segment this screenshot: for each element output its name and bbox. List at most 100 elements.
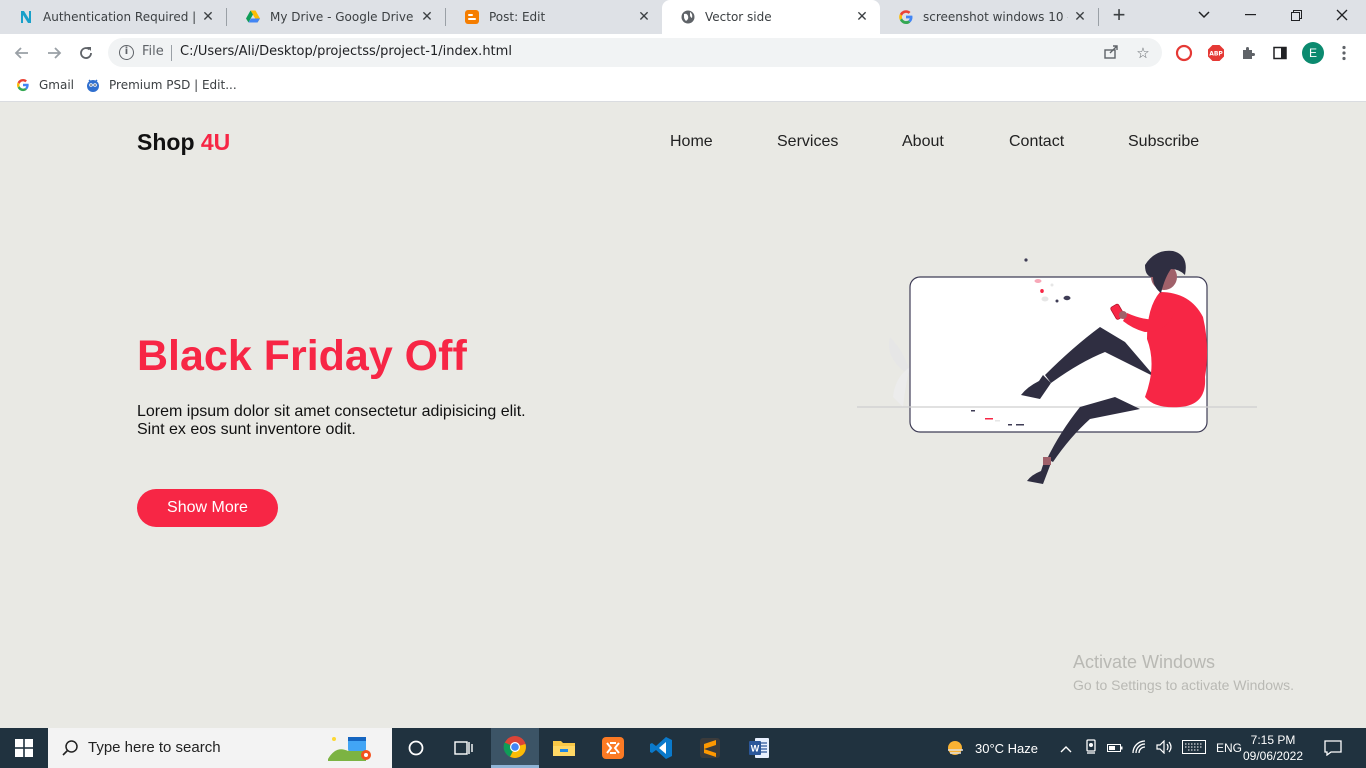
weather-widget[interactable]: 30°C Haze [945,728,1038,768]
taskbar-chrome[interactable] [491,728,539,768]
google-g-icon [898,9,914,25]
address-bar[interactable]: i File C:/Users/Ali/Desktop/projectss/pr… [108,38,1162,67]
chevron-down-icon [1198,11,1210,19]
word-icon: W [749,738,769,758]
google-g-icon [15,77,31,93]
hero-description-line: Lorem ipsum dolor sit amet consectetur a… [137,403,526,420]
tab-screenshot-search[interactable]: screenshot windows 10 - Goo ✕ [880,0,1098,34]
task-view-icon [454,741,473,755]
info-icon[interactable]: i [119,45,134,60]
browser-toolbar: i File C:/Users/Ali/Desktop/projectss/pr… [0,34,1366,71]
opera-ring-extension-icon[interactable] [1174,43,1194,63]
svg-text:ABP: ABP [1209,51,1223,58]
tab-title: screenshot windows 10 - Goo [923,10,1068,24]
close-icon[interactable]: ✕ [200,9,216,25]
taskbar-clock[interactable]: 7:15 PM 09/06/2022 [1242,732,1304,764]
action-center-button[interactable] [1310,728,1356,768]
windows-taskbar: Type here to search W 30°C Haze ENG 7:15… [0,728,1366,768]
taskbar-vscode[interactable] [637,728,685,768]
close-icon[interactable]: ✕ [854,9,870,25]
omnibox-divider [171,45,172,61]
svg-text:W: W [751,744,760,754]
side-panel-icon[interactable] [1270,43,1290,63]
search-placeholder: Type here to search [88,739,221,756]
taskbar-sublime[interactable] [686,728,734,768]
adblock-plus-icon[interactable]: ABP [1206,43,1226,63]
hero-illustration [857,250,1257,484]
restore-icon [1290,9,1302,21]
notion-n-icon [18,9,34,25]
close-window-button[interactable] [1319,0,1365,30]
close-icon[interactable]: ✕ [419,9,435,25]
xampp-icon [602,737,624,759]
taskbar-xampp[interactable] [589,728,637,768]
task-view-button[interactable] [440,728,488,768]
google-drive-icon [245,9,261,25]
logo-text: Shop [137,129,195,155]
forward-button[interactable] [41,40,67,66]
taskbar-word[interactable]: W [735,728,783,768]
taskbar-search-input[interactable]: Type here to search [48,728,392,768]
tab-post-edit[interactable]: Post: Edit ✕ [446,0,662,34]
close-icon [1336,9,1348,21]
browser-tab-strip: Authentication Required | No ✕ My Drive … [0,0,1366,34]
menu-kebab-icon[interactable] [1334,43,1354,63]
wifi-icon[interactable] [1132,739,1148,757]
close-icon[interactable]: ✕ [1072,9,1088,25]
touch-keyboard-icon[interactable] [1182,739,1206,757]
arrow-left-icon [14,47,28,59]
taskbar-file-explorer[interactable] [540,728,588,768]
activate-windows-title: Activate Windows [1073,652,1216,672]
extensions-puzzle-icon[interactable] [1238,43,1258,63]
nav-link-contact[interactable]: Contact [1009,133,1064,151]
vscode-icon [650,737,672,759]
notification-icon [1324,740,1342,756]
nav-link-home[interactable]: Home [670,133,713,151]
profile-avatar[interactable]: E [1302,42,1324,64]
web-page: Shop 4U Home Services About Contact Subs… [0,102,1366,728]
chevron-up-icon[interactable] [1058,741,1074,756]
cortana-circle-icon [408,740,424,756]
tab-separator [1098,8,1099,26]
tab-search-button[interactable] [1181,0,1227,30]
bookmark-gmail[interactable]: Gmail [15,77,74,93]
restore-button[interactable] [1273,0,1319,30]
start-button[interactable] [0,728,48,768]
reload-button[interactable] [73,40,99,66]
nav-link-services[interactable]: Services [777,133,838,151]
back-button[interactable] [9,40,35,66]
weather-text: 30°C Haze [975,740,1039,756]
activate-windows-subtitle: Go to Settings to activate Windows. [1073,677,1294,693]
psd-owl-icon [85,77,101,93]
url-text[interactable]: C:/Users/Ali/Desktop/projectss/project-1… [180,44,512,59]
bookmark-label: Premium PSD | Edit... [109,78,237,92]
windows-logo-icon [15,739,33,757]
chrome-icon [503,735,526,758]
minimize-icon [1244,14,1256,16]
new-tab-button[interactable]: + [1108,4,1130,27]
meet-now-icon[interactable] [1084,738,1098,758]
tab-title: Vector side [705,10,772,24]
hero-headline: Black Friday Off [137,332,467,380]
blogger-icon [464,9,480,25]
bookmark-star-icon[interactable]: ☆ [1134,44,1152,62]
tab-google-drive[interactable]: My Drive - Google Drive ✕ [227,0,445,34]
share-icon[interactable] [1102,44,1120,62]
minimize-button[interactable] [1227,0,1273,30]
show-more-button[interactable]: Show More [137,489,278,527]
clock-time: 7:15 PM [1250,733,1296,747]
tab-vector-side[interactable]: Vector side ✕ [662,0,880,34]
tab-title: Authentication Required | No [43,10,195,24]
close-icon[interactable]: ✕ [636,9,652,25]
site-logo[interactable]: Shop 4U [137,129,230,156]
bookmark-premium-psd[interactable]: Premium PSD | Edit... [85,77,237,93]
nav-link-subscribe[interactable]: Subscribe [1128,133,1199,151]
tab-authentication[interactable]: Authentication Required | No ✕ [0,0,226,34]
language-indicator[interactable]: ENG [1216,741,1242,755]
sun-haze-icon [948,741,963,755]
volume-icon[interactable] [1156,739,1174,757]
system-tray: ENG [1058,728,1242,768]
cortana-button[interactable] [392,728,440,768]
nav-link-about[interactable]: About [902,133,944,151]
battery-icon[interactable] [1107,741,1123,756]
